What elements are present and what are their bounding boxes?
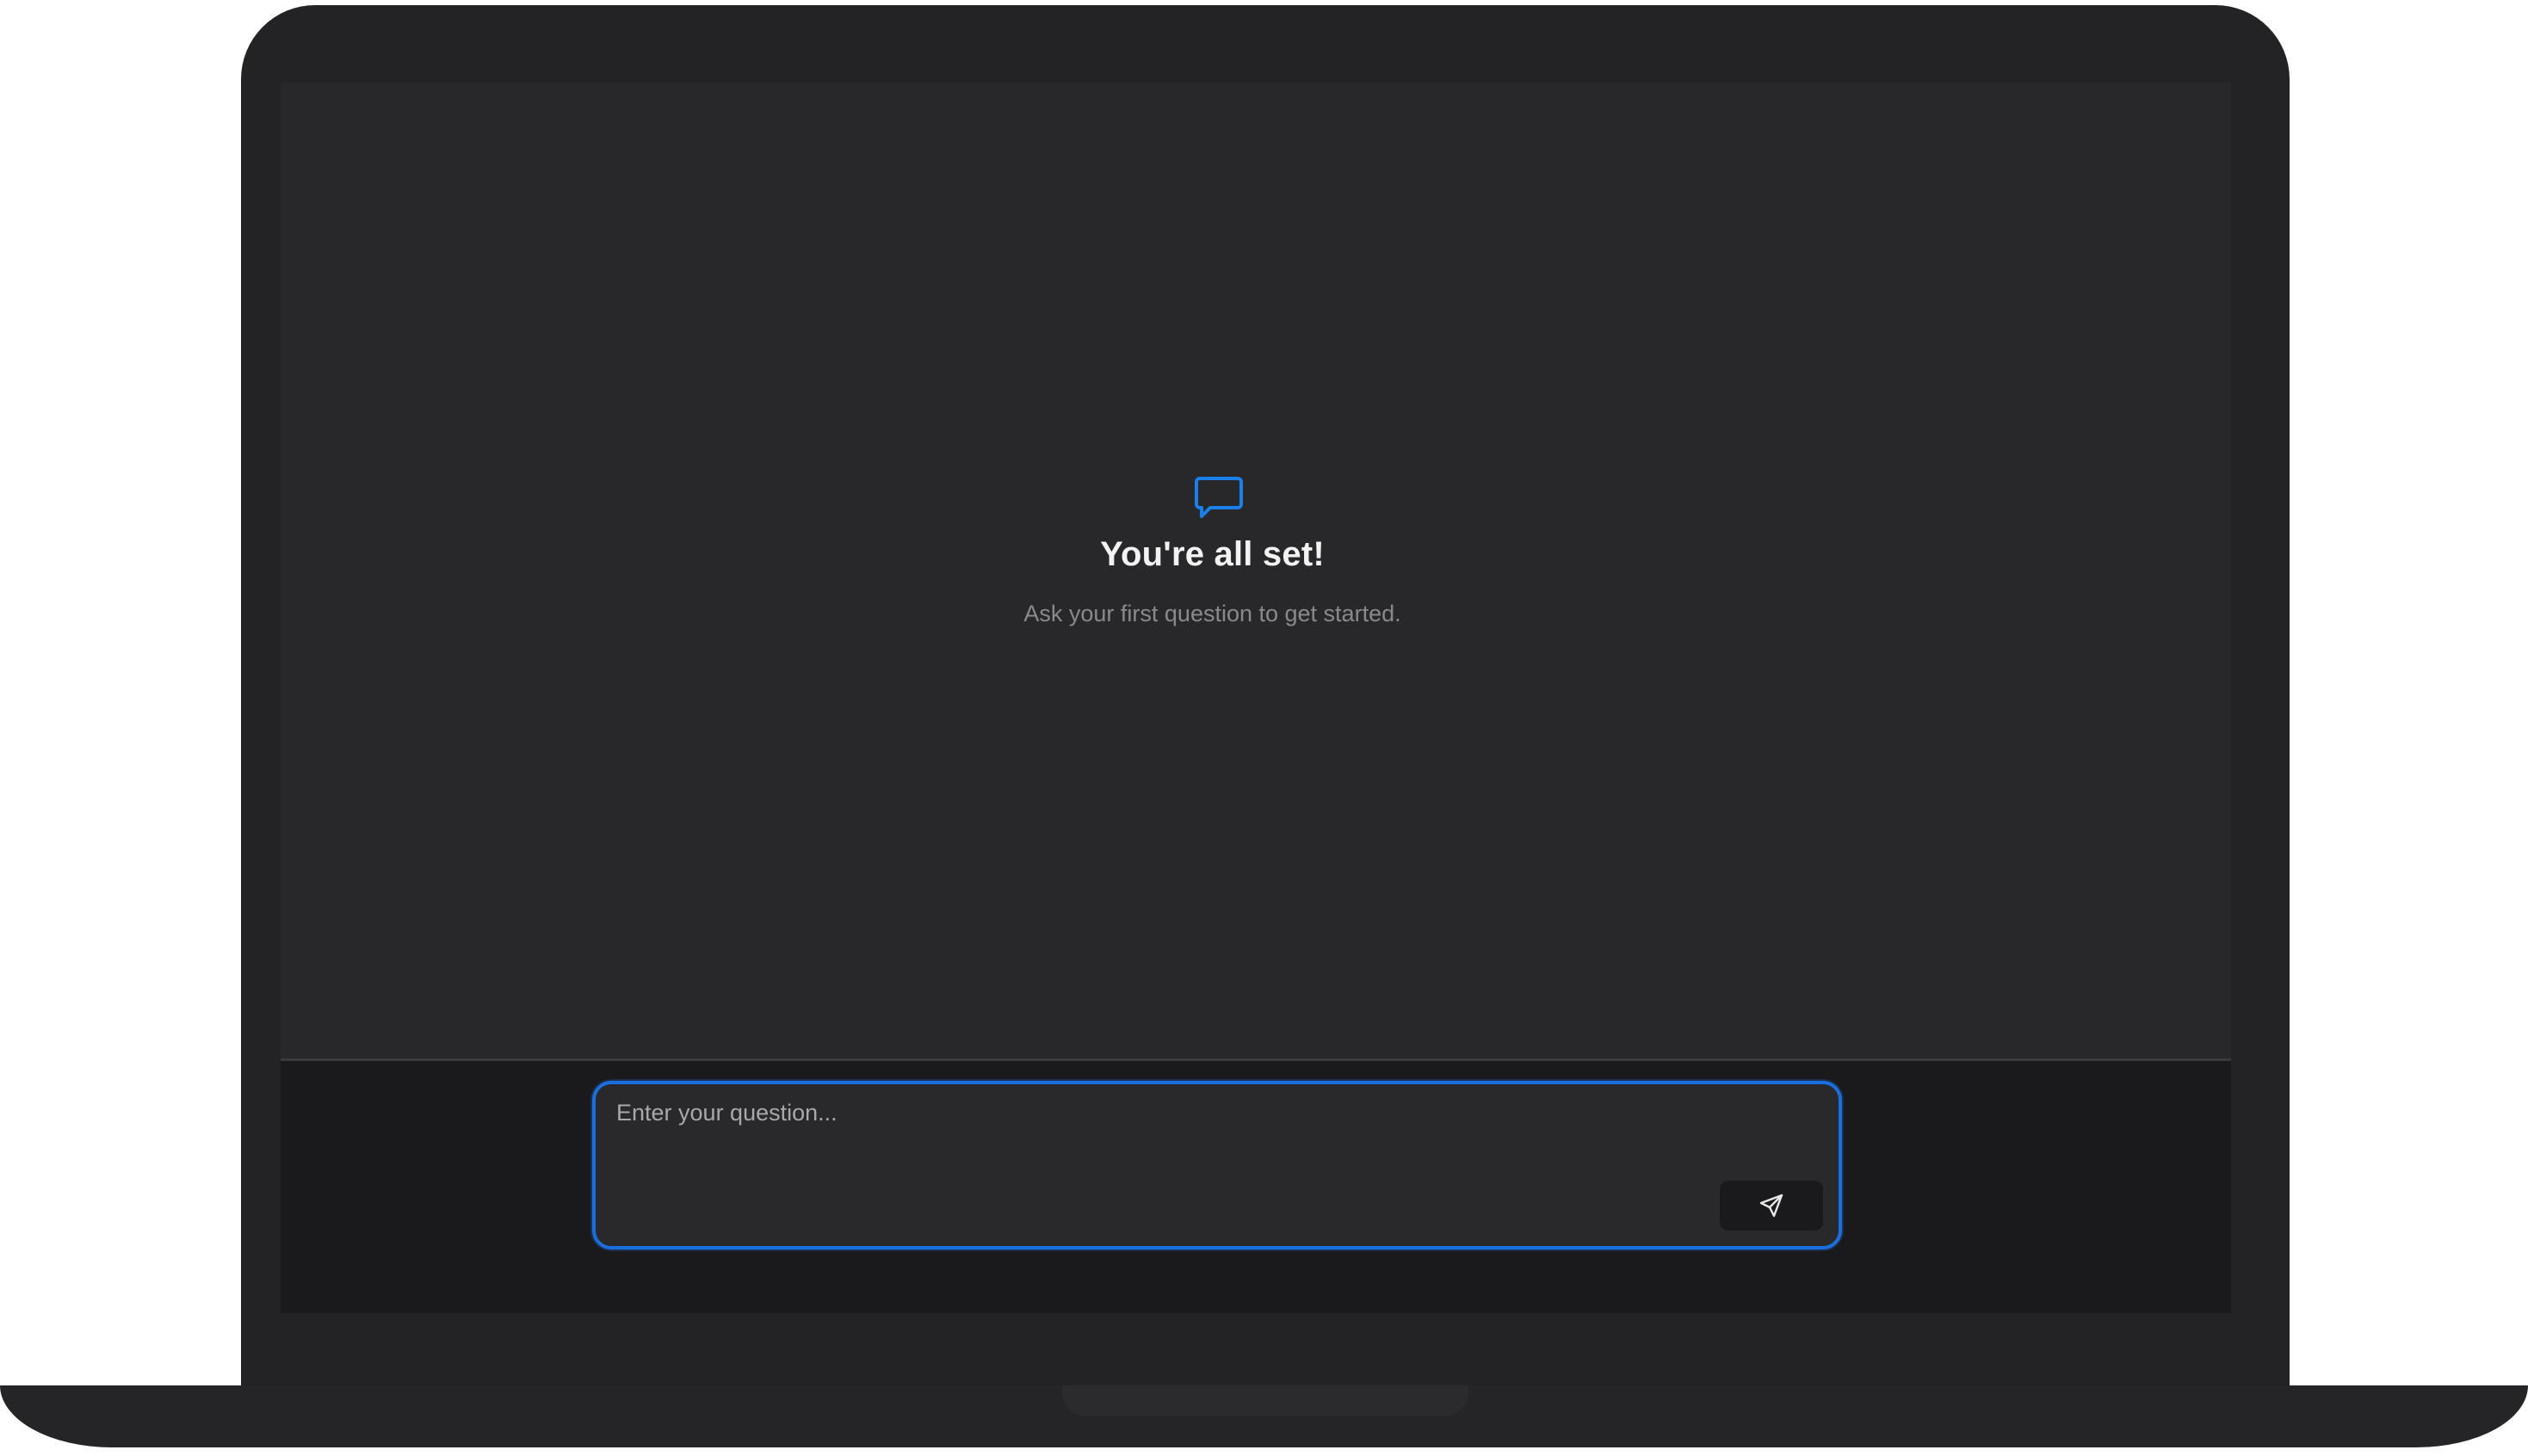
laptop-mockup: You're all set! Ask your first question … — [0, 0, 2528, 1456]
question-input[interactable] — [616, 1100, 1804, 1169]
empty-state-title: You're all set! — [1100, 535, 1325, 573]
chat-messages-area: You're all set! Ask your first question … — [281, 83, 2231, 1058]
chat-bubble-icon — [1195, 477, 1243, 518]
laptop-base-notch — [1062, 1385, 1468, 1416]
send-icon — [1759, 1194, 1783, 1218]
empty-state: You're all set! Ask your first question … — [281, 83, 2231, 1058]
app-screen: You're all set! Ask your first question … — [281, 83, 2231, 1313]
empty-state-subtitle: Ask your first question to get started. — [1023, 601, 1401, 626]
question-input-box[interactable] — [592, 1081, 1842, 1249]
send-button[interactable] — [1720, 1181, 1823, 1231]
